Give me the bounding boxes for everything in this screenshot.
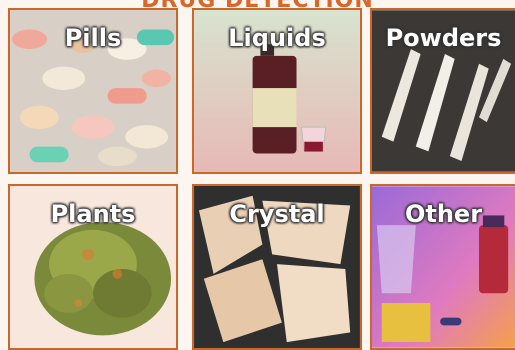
category-tile-other[interactable]: Other (370, 184, 515, 350)
tile-label-plants: Plants (50, 200, 136, 228)
category-tile-crystal[interactable]: Crystal (192, 184, 362, 350)
category-tile-pills[interactable]: Pills (8, 8, 178, 174)
tile-label-crystal: Crystal (229, 200, 325, 228)
tile-label-powders: Powders (385, 24, 502, 52)
tile-label-pills: Pills (64, 24, 122, 52)
category-tile-powders[interactable]: Powders (370, 8, 515, 174)
category-tile-liquids[interactable]: Liquids (192, 8, 362, 174)
tile-label-other: Other (404, 200, 483, 228)
tile-label-liquids: Liquids (228, 24, 326, 52)
category-tile-plants[interactable]: Plants (8, 184, 178, 350)
